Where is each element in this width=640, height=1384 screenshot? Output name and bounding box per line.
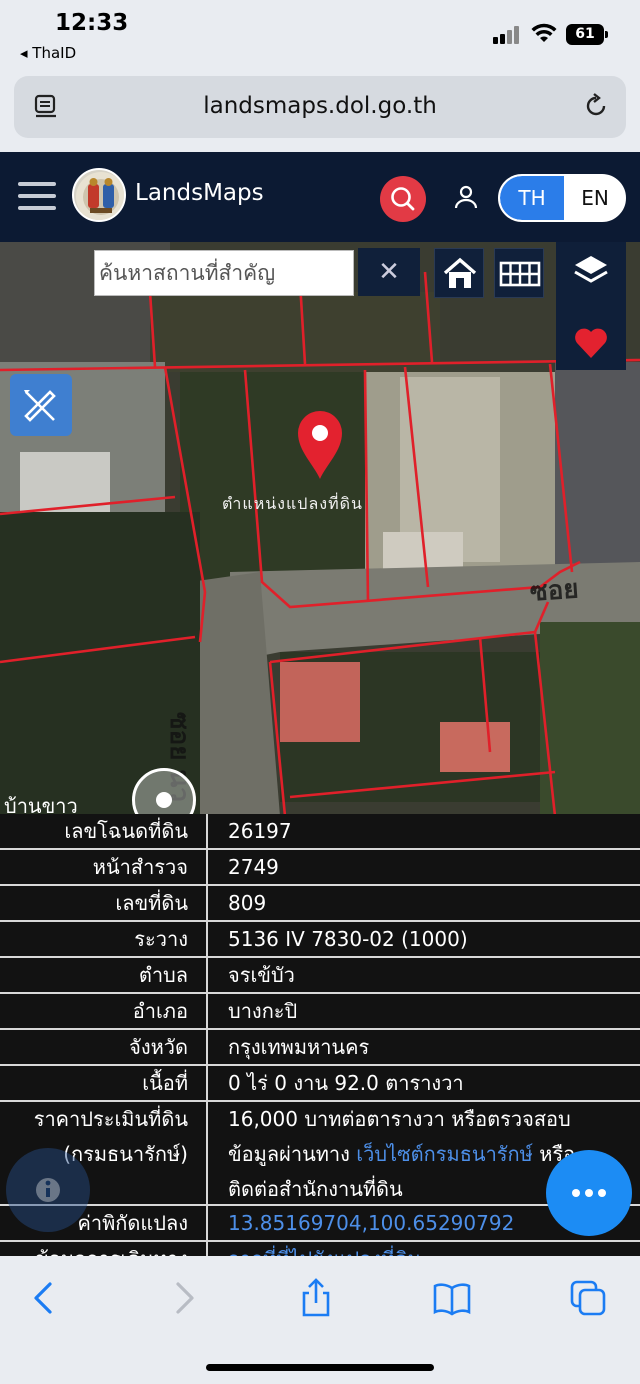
measure-tool-button[interactable] — [10, 374, 72, 436]
signal-icon — [493, 26, 521, 44]
lang-th-button[interactable]: TH — [500, 176, 564, 220]
table-row: จังหวัด กรุงเทพมหานคร — [0, 1030, 640, 1066]
address-bar[interactable]: landsmaps.dol.go.th — [14, 76, 626, 138]
reload-icon[interactable] — [582, 92, 610, 120]
table-row: ตำบล จรเข้บัว — [0, 958, 640, 994]
favorite-heart-icon[interactable] — [556, 310, 626, 374]
table-row: ระวาง 5136 IV 7830-02 (1000) — [0, 922, 640, 958]
grid-button[interactable] — [494, 248, 544, 298]
row-key: จังหวัด — [129, 1035, 188, 1059]
table-row: ค่าพิกัดแปลง 13.85169704,100.65290792 — [0, 1206, 640, 1242]
price-line-1: 16,000 บาทต่อตารางวา หรือตรวจสอบ — [228, 1107, 571, 1131]
row-value: 5136 IV 7830-02 (1000) — [206, 922, 640, 956]
row-key: ระวาง — [134, 927, 188, 951]
search-icon — [391, 187, 415, 211]
browser-url-area: landsmaps.dol.go.th — [0, 70, 640, 152]
place-search-input[interactable] — [95, 251, 353, 295]
language-toggle: TH EN — [498, 174, 626, 222]
table-row: ข้อมูลการเดินทาง จากที่ที่ไปยังแปลงที่ดิ… — [0, 1242, 640, 1256]
row-value: 0 ไร่ 0 งาน 92.0 ตารางวา — [206, 1066, 640, 1100]
home-icon — [443, 257, 477, 288]
map-view[interactable]: ✕ ตำแหน — [0, 242, 640, 816]
info-button[interactable] — [6, 1148, 90, 1232]
user-icon[interactable] — [454, 184, 478, 210]
crosshair-icon — [156, 792, 172, 808]
home-indicator — [206, 1364, 434, 1371]
search-button[interactable] — [380, 176, 426, 222]
dol-logo — [72, 168, 126, 222]
more-dots-icon — [572, 1189, 606, 1197]
forward-icon[interactable] — [164, 1278, 204, 1318]
row-key: หน้าสำรวจ — [92, 855, 188, 879]
back-icon[interactable] — [24, 1278, 64, 1318]
row-value: จากที่ที่ไปยังแปลงที่ดิน — [206, 1242, 640, 1256]
wifi-icon — [531, 23, 557, 42]
home-view-button[interactable] — [434, 248, 484, 298]
price-line-2-prefix: ข้อมูลผ่านทาง — [228, 1142, 357, 1166]
parcel-info-table: เลขโฉนดที่ดิน 26197 หน้าสำรวจ 2749 เลขที… — [0, 814, 640, 1256]
my-location-button[interactable] — [132, 768, 196, 816]
url-text: landsmaps.dol.go.th — [203, 93, 437, 119]
row-key: เลขโฉนดที่ดิน — [64, 819, 188, 843]
place-search-field[interactable] — [94, 250, 354, 296]
tabs-icon[interactable] — [568, 1278, 608, 1318]
row-value: จรเข้บัว — [206, 958, 640, 992]
road-label-east: ซอย — [529, 574, 580, 608]
status-time: 12:33 — [55, 10, 129, 36]
directions-link[interactable]: จากที่ที่ไปยังแปลงที่ดิน — [228, 1247, 421, 1256]
location-pin-icon[interactable] — [292, 407, 348, 481]
row-value: 26197 — [206, 814, 640, 848]
coordinates-link[interactable]: 13.85169704,100.65290792 — [228, 1211, 514, 1235]
site-header: LandsMaps TH EN — [0, 152, 640, 242]
grid-icon — [499, 261, 541, 287]
table-row: เลขโฉนดที่ดิน 26197 — [0, 814, 640, 850]
table-row: หน้าสำรวจ 2749 — [0, 850, 640, 886]
row-key: ตำบล — [138, 963, 188, 987]
brand-name[interactable]: LandsMaps — [135, 180, 264, 206]
share-icon[interactable] — [296, 1278, 336, 1318]
layers-icon[interactable] — [556, 242, 626, 306]
table-row: เลขที่ดิน 809 — [0, 886, 640, 922]
treasury-website-link[interactable]: เว็บไซต์กรมธนารักษ์ — [356, 1142, 533, 1166]
parcel-location-label: ตำแหน่งแปลงที่ดิน — [222, 494, 363, 513]
status-bar: 12:33 ◂ ThaID 61 — [0, 0, 640, 70]
clear-search-button[interactable]: ✕ — [358, 248, 420, 296]
table-row: อำเภอ บางกะปิ — [0, 994, 640, 1030]
row-value: 2749 — [206, 850, 640, 884]
menu-icon[interactable] — [18, 182, 56, 210]
ruler-pencil-icon — [24, 390, 56, 422]
row-key: เนื้อที่ — [142, 1071, 188, 1095]
info-icon — [36, 1178, 60, 1202]
row-value: กรุงเทพมหานคร — [206, 1030, 640, 1064]
lang-en-button[interactable]: EN — [564, 176, 624, 220]
row-key: เลขที่ดิน — [115, 891, 188, 915]
row-value: บางกะปิ — [206, 994, 640, 1028]
bookmarks-icon[interactable] — [432, 1278, 472, 1318]
more-options-button[interactable] — [546, 1150, 632, 1236]
table-row-price: ราคาประเมินที่ดิน (กรมธนารักษ์) 16,000 บ… — [0, 1102, 640, 1206]
map-side-panel — [556, 242, 626, 370]
battery-indicator: 61 — [566, 24, 608, 45]
price-key-line-1: ราคาประเมินที่ดิน — [33, 1107, 188, 1131]
table-row: เนื้อที่ 0 ไร่ 0 งาน 92.0 ตารางวา — [0, 1066, 640, 1102]
satellite-imagery — [0, 242, 640, 816]
back-to-app-link[interactable]: ◂ ThaID — [20, 44, 76, 62]
row-key: อำเภอ — [132, 999, 188, 1023]
row-key: ข้อมูลการเดินทาง — [0, 1242, 206, 1256]
place-name-label: บ้านขาว — [4, 794, 78, 816]
row-value: 809 — [206, 886, 640, 920]
